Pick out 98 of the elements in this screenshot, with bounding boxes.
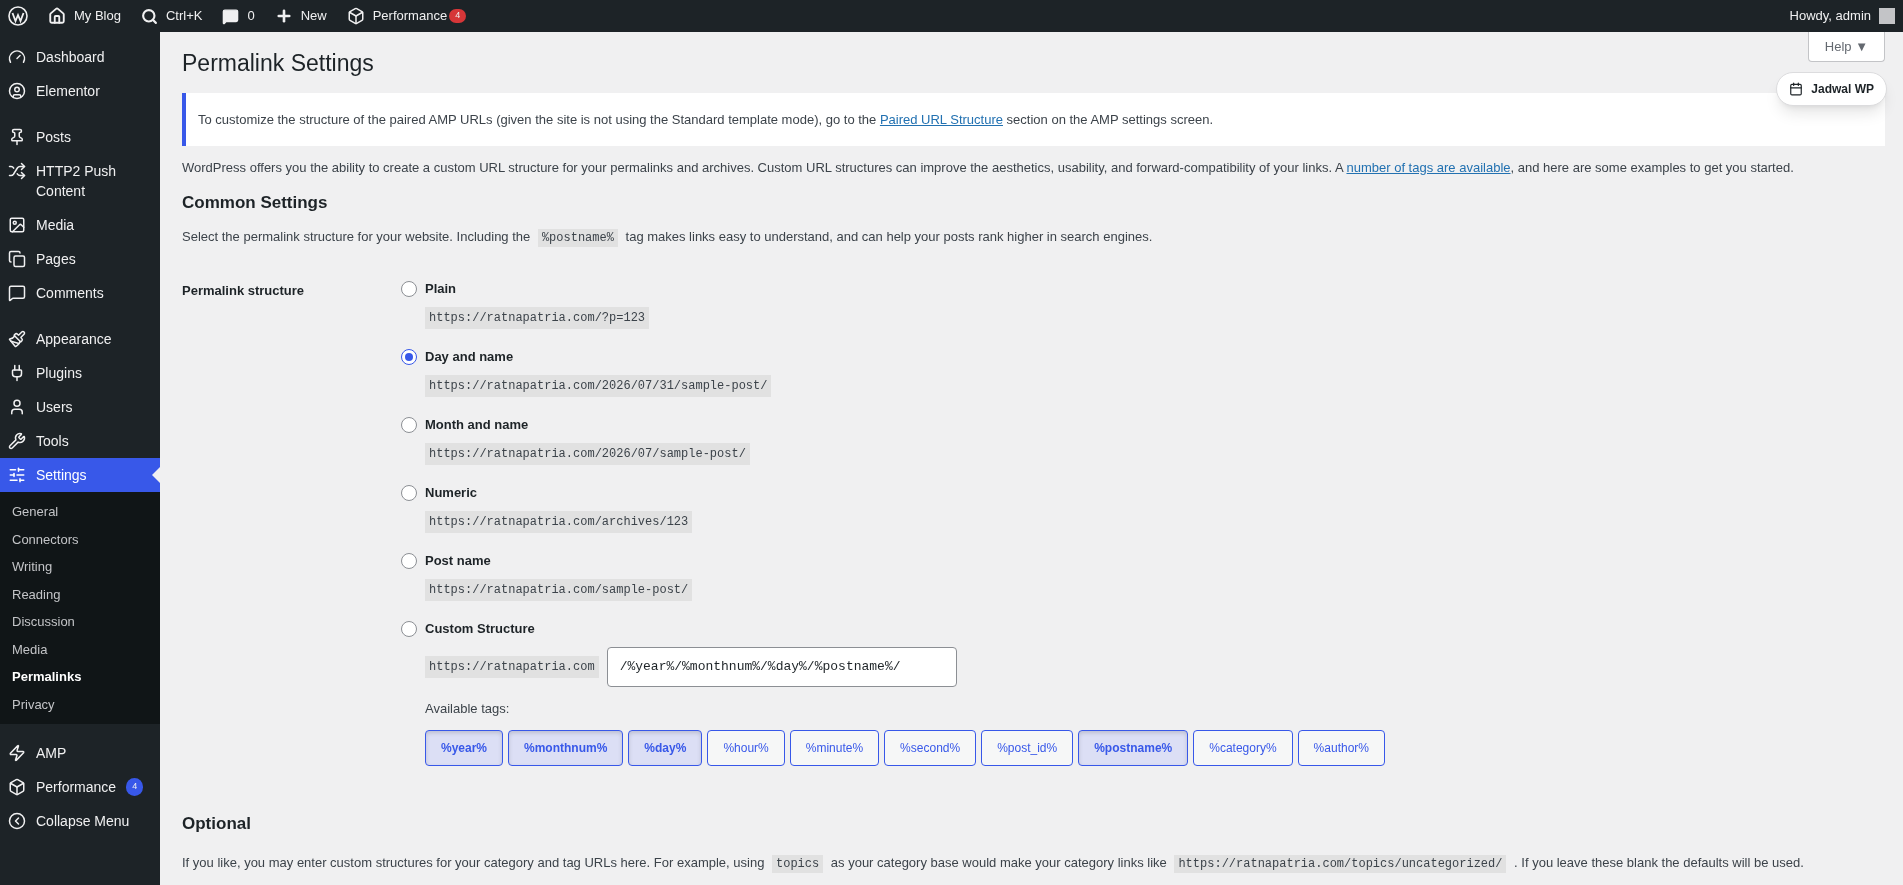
current-pointer-icon — [152, 467, 160, 483]
example-url: https://ratnapatria.com/2026/07/31/sample-post/ — [425, 374, 772, 397]
text-link[interactable]: number of tags are available — [1346, 160, 1511, 175]
section-heading: Common Settings — [182, 191, 329, 214]
search-icon — [140, 7, 158, 25]
submenu-item[interactable]: Writing — [0, 553, 160, 581]
field-label: Permalink structure — [182, 282, 306, 300]
option-label[interactable]: Post name — [425, 551, 491, 571]
user-icon — [8, 398, 26, 416]
admin-bar-link[interactable]: 0 — [247, 6, 255, 26]
submenu-item[interactable]: Privacy — [0, 690, 160, 718]
submenu-item[interactable]: General — [0, 498, 160, 526]
sidebar-item[interactable]: Tools — [0, 424, 160, 458]
sidebar-item[interactable]: Plugins — [0, 356, 160, 390]
admin-bar-link[interactable]: Ctrl+K — [165, 6, 203, 26]
pin-icon — [8, 128, 26, 146]
radio-button[interactable] — [401, 552, 417, 569]
tag-button[interactable]: %postname% — [1078, 730, 1189, 766]
notice-text: To customize the structure of the paired AMP URLs (given the site is not using the Standard template mode), go to the Paired URL Structure section on the AMP settings screen. — [182, 92, 1885, 146]
sidebar-item[interactable]: Media — [0, 208, 160, 242]
custom-structure-field[interactable]: /%year%/%monthnum%/%day%/%postname%/ — [606, 646, 957, 687]
wordpress-logo-icon[interactable] — [8, 6, 28, 26]
admin-bar-link[interactable]: Performance — [372, 6, 448, 26]
tag-button[interactable]: %second% — [884, 730, 977, 766]
tag-button[interactable]: %category% — [1193, 730, 1293, 766]
option-label[interactable]: Day and name — [425, 347, 514, 367]
comment-icon — [8, 284, 26, 302]
chevron-left-icon — [8, 812, 26, 830]
circle-icon — [8, 82, 26, 100]
sidebar-item[interactable]: Elementor — [0, 74, 160, 108]
sidebar-item[interactable]: Posts — [0, 120, 160, 154]
wrench-icon — [8, 432, 26, 450]
lightning-icon — [8, 744, 26, 762]
image-icon — [8, 216, 26, 234]
sidebar-item[interactable]: Pages — [0, 242, 160, 276]
radio-button[interactable] — [401, 280, 417, 297]
tags-label: Available tags: — [425, 699, 511, 718]
sidebar-item[interactable]: Dashboard — [0, 40, 160, 74]
tag-button[interactable]: %day% — [628, 730, 703, 766]
sidebar-item[interactable]: Collapse Menu — [0, 804, 160, 838]
count-badge: 4 — [126, 778, 144, 796]
sidebar-item[interactable]: HTTP2 Push Content — [0, 154, 160, 208]
radio-button[interactable] — [401, 416, 417, 433]
greeting-text[interactable]: Howdy, admin — [1789, 6, 1871, 26]
inline-code: %postname% — [537, 229, 618, 247]
admin-bar-link[interactable]: My Blog — [74, 6, 121, 26]
gauge-icon — [8, 48, 26, 66]
option-label[interactable]: Plain — [425, 279, 457, 299]
shuffle-icon — [8, 162, 26, 180]
tag-button[interactable]: %monthnum% — [508, 730, 624, 766]
submenu-item[interactable]: Reading — [0, 580, 160, 608]
submenu-item[interactable]: Permalinks — [0, 663, 160, 691]
inline-code: topics — [772, 854, 824, 873]
option-label[interactable]: Numeric — [425, 483, 478, 503]
tag-button[interactable]: %author% — [1297, 730, 1385, 766]
sidebar-item[interactable]: AMP — [0, 736, 160, 770]
calendar-icon — [1789, 82, 1804, 96]
submenu-item[interactable]: Media — [0, 635, 160, 663]
comment-icon — [222, 7, 240, 25]
avatar-icon — [1879, 8, 1895, 24]
home-icon — [48, 7, 66, 25]
submenu-item[interactable]: Connectors — [0, 525, 160, 553]
submenu-item[interactable]: Discussion — [0, 608, 160, 636]
tag-button[interactable]: %post_id% — [981, 730, 1074, 766]
section-heading: Optional — [182, 813, 252, 835]
page-title: Permalink Settings — [182, 49, 374, 78]
box-icon — [8, 778, 26, 796]
description-text: Select the permalink structure for your website. Including the %postname% tag makes links easy to understand, and can help your posts rank higher in search engines. — [182, 228, 1154, 247]
paintbrush-icon — [8, 330, 26, 348]
inline-code: https://ratnapatria.com/topics/uncategorized/ — [1174, 854, 1507, 873]
sliders-icon — [8, 466, 26, 484]
intro-text: WordPress offers you the ability to create a custom URL structure for your permalinks and archives. Custom URL structures can improve the aesthetics, usability, and forward-compatibility of your links. A number of tags are available, and here are some examples to get you started. — [182, 159, 1795, 177]
option-label[interactable]: Custom Structure — [425, 619, 535, 639]
sidebar-item[interactable]: Settings — [0, 458, 160, 492]
example-url: https://ratnapatria.com/2026/07/sample-post/ — [425, 442, 750, 465]
tag-button[interactable]: %hour% — [707, 730, 785, 766]
example-url: https://ratnapatria.com/archives/123 — [425, 510, 693, 533]
admin-bar-link[interactable]: New — [300, 6, 327, 26]
tag-button[interactable]: %minute% — [789, 730, 880, 766]
sidebar-item[interactable]: Performance 4 — [0, 770, 160, 804]
tag-button[interactable]: %year% — [425, 730, 504, 766]
sidebar-item[interactable]: Comments — [0, 276, 160, 310]
floating-button[interactable]: Jadwal WP — [1776, 72, 1887, 106]
help-button[interactable]: Help ▼ — [1807, 32, 1885, 62]
sidebar-item[interactable]: Appearance — [0, 322, 160, 356]
count-badge: 4 — [449, 9, 467, 23]
example-url: https://ratnapatria.com/?p=123 — [425, 306, 650, 329]
example-url: https://ratnapatria.com/sample-post/ — [425, 578, 693, 601]
box-icon — [346, 7, 365, 25]
radio-button[interactable] — [401, 484, 417, 501]
option-label[interactable]: Month and name — [425, 415, 529, 435]
pages-icon — [8, 250, 26, 268]
radio-button[interactable] — [401, 348, 417, 365]
text-link[interactable]: Paired URL Structure — [879, 111, 1003, 127]
radio-button[interactable] — [401, 620, 417, 637]
sidebar-item[interactable]: Users — [0, 390, 160, 424]
description-text: If you like, you may enter custom structures for your category and tag URLs here. For example, using topics as your category base would make your category links like https://ratnapatria.com/topics/uncategorized/ . If you leave these blank the defaults will be used. — [182, 853, 1805, 873]
url-prefix: https://ratnapatria.com — [425, 655, 599, 678]
